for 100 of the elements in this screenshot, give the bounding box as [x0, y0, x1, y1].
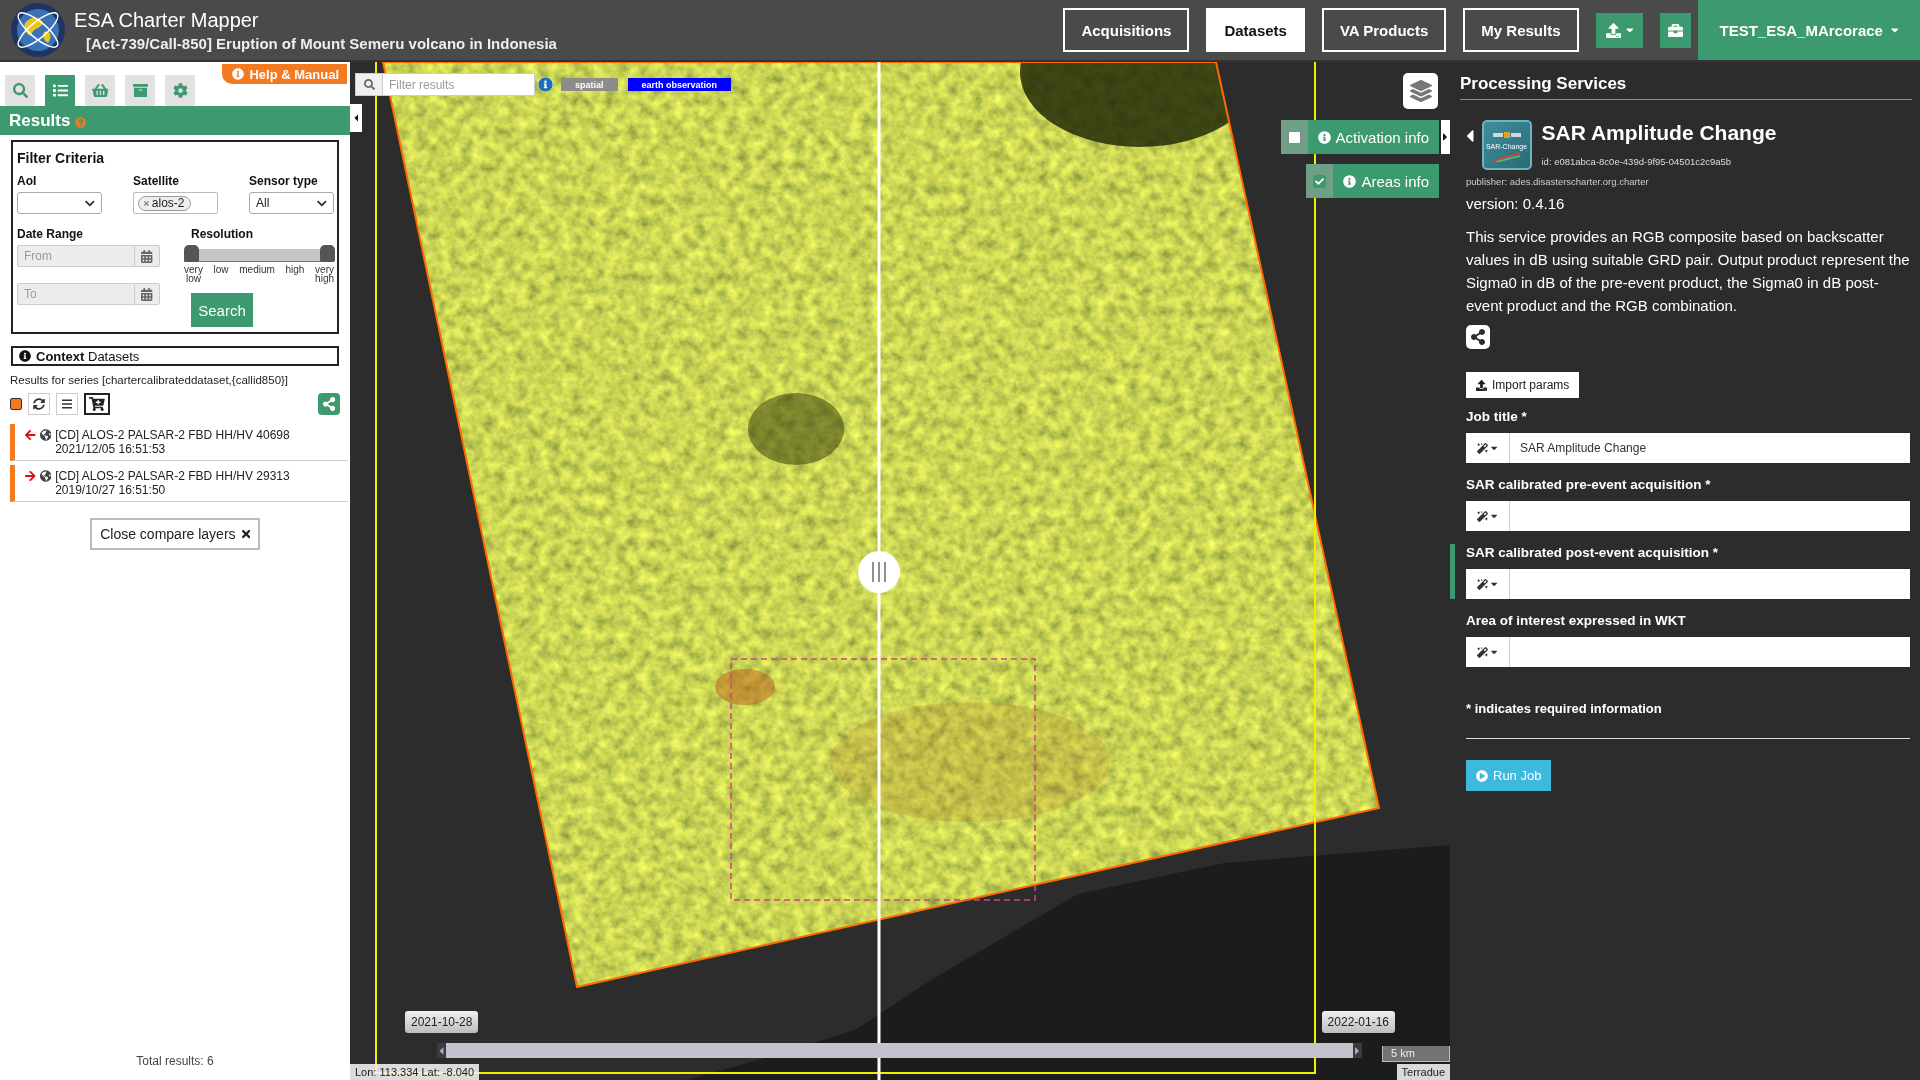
- select-checkbox[interactable]: [10, 398, 22, 410]
- user-menu[interactable]: TEST_ESA_MArcorace: [1698, 0, 1920, 60]
- magic-wand-icon: [1477, 578, 1489, 590]
- collapse-tab[interactable]: [350, 104, 362, 132]
- filter-field[interactable]: Filter results: [383, 73, 535, 96]
- tick-label: low: [213, 265, 229, 277]
- field-label: Sensor type: [249, 174, 319, 188]
- tool-tab[interactable]: [5, 75, 35, 106]
- archive-icon: [132, 83, 148, 98]
- calendar-button[interactable]: [134, 245, 160, 267]
- text-field[interactable]: SAR Amplitude Change: [1510, 433, 1910, 463]
- briefcase-icon: [1668, 22, 1683, 38]
- range-handle[interactable]: [437, 1043, 446, 1058]
- upload-icon: [1605, 22, 1621, 38]
- refresh-button[interactable]: [28, 393, 50, 415]
- info-button[interactable]: Areas info: [1333, 164, 1439, 198]
- layers-icon: [1409, 80, 1432, 102]
- info-icon: [1343, 174, 1357, 188]
- layers-button[interactable]: [1403, 73, 1438, 109]
- compare-handle[interactable]: [858, 551, 900, 593]
- input-options-button[interactable]: [1466, 433, 1510, 463]
- refresh-icon: [33, 398, 45, 410]
- info-icon: [19, 350, 31, 362]
- calendar-button[interactable]: [134, 283, 160, 305]
- app-title: ESA Charter Mapper: [74, 7, 260, 32]
- upload-button[interactable]: [1595, 12, 1643, 48]
- date-to-field[interactable]: To: [17, 283, 134, 305]
- input-options-button[interactable]: [1466, 637, 1510, 667]
- share-button[interactable]: [1466, 325, 1490, 349]
- info-icon: [1317, 130, 1331, 144]
- settings-icon: [172, 83, 188, 98]
- nav-tab[interactable]: Datasets: [1206, 8, 1305, 52]
- timeline-slider[interactable]: [437, 1043, 1362, 1058]
- filter-tag[interactable]: earth observation: [627, 78, 732, 91]
- service-description: This service provides an RGB composite based on backscatter values in dB using suitable GRD pair. Output product represent the Sigma0 in dB of the pre-event product, the Sigma0 in dB post-event product and the RGB combination.: [1466, 227, 1910, 316]
- toggle-checkbox[interactable]: [1287, 130, 1301, 144]
- nav-tab[interactable]: VA Products: [1321, 8, 1447, 52]
- text-field[interactable]: [1510, 637, 1910, 667]
- nav-tab[interactable]: My Results: [1463, 8, 1579, 52]
- search-button[interactable]: Search: [191, 293, 253, 327]
- panel-heading: Processing Services: [1460, 62, 1912, 100]
- end-date-label: 2022-01-16: [1321, 1011, 1395, 1033]
- share-icon: [1471, 329, 1485, 345]
- caret-left-icon: [353, 112, 359, 124]
- section-title: Context Datasets: [36, 348, 140, 364]
- sensor-type-select[interactable]: All: [249, 192, 334, 214]
- close-icon: [144, 199, 149, 207]
- text-field[interactable]: [1510, 501, 1910, 531]
- tick-label: very low: [184, 265, 203, 283]
- resolution-slider[interactable]: [184, 245, 334, 262]
- input-options-button[interactable]: [1466, 569, 1510, 599]
- start-date-label: 2021-10-28: [405, 1011, 479, 1033]
- nav-tab[interactable]: Acquisitions: [1063, 8, 1190, 52]
- field-label: Satellite: [133, 174, 181, 188]
- range-handle[interactable]: [1353, 1043, 1362, 1058]
- service-id: id: e081abca-8c0e-439d-9f95-04501c2c9a5b: [1541, 156, 1733, 167]
- text-field[interactable]: [1510, 569, 1910, 599]
- required-note: * indicates required information: [1466, 701, 1663, 716]
- cart-plus-icon: [89, 397, 105, 411]
- info-button[interactable]: Activation info: [1307, 120, 1439, 154]
- input-options-button[interactable]: [1466, 501, 1510, 531]
- tick-label: very high: [315, 265, 334, 283]
- service-title: SAR Amplitude Change: [1541, 120, 1777, 146]
- list-icon: [52, 83, 68, 98]
- import-params-button[interactable]: Import params: [1466, 372, 1580, 398]
- tool-tab[interactable]: [85, 75, 115, 106]
- briefcase-button[interactable]: [1660, 12, 1691, 48]
- cursor-coordinates: Lon: 113.334 Lat: -8.040: [350, 1064, 480, 1080]
- total-results: Total results: 6: [136, 1054, 214, 1068]
- tool-tab[interactable]: [165, 75, 195, 106]
- activation-title: [Act-739/Call-850] Eruption of Mount Semeru volcano in Indonesia: [86, 34, 557, 53]
- search-icon: [363, 79, 375, 90]
- list-button[interactable]: [56, 393, 78, 415]
- arrow-right-icon: [25, 470, 36, 482]
- close-icon: [241, 528, 250, 540]
- close-compare-button[interactable]: Close compare layers: [90, 518, 260, 550]
- magic-wand-icon: [1477, 442, 1489, 454]
- field-label: SAR calibrated pre-event acquisition *: [1466, 476, 1712, 493]
- tick-label: medium: [239, 265, 275, 277]
- tool-tab[interactable]: [45, 75, 75, 106]
- basket-icon: [91, 83, 109, 98]
- satellite-field[interactable]: alos-2: [133, 192, 218, 214]
- globe-logo-icon: [10, 2, 66, 58]
- magic-wand-icon: [1477, 646, 1489, 658]
- add-to-cart-button[interactable]: [84, 393, 110, 415]
- date-from-field[interactable]: From: [17, 245, 134, 267]
- globe-icon: [39, 429, 52, 441]
- slider-handle[interactable]: [320, 245, 335, 262]
- toggle-checkbox[interactable]: [1313, 174, 1327, 188]
- dataset-name: [CD] ALOS-2 PALSAR-2 FBD HH/HV 40698 2021/12/05 16:51:53: [55, 428, 291, 456]
- field-label: AoI: [17, 174, 38, 188]
- slider-handle[interactable]: [184, 245, 199, 262]
- scale-bar: 5 km: [1382, 1046, 1450, 1062]
- tool-tab[interactable]: [125, 75, 155, 106]
- expand-tab[interactable]: [1441, 120, 1450, 154]
- magic-wand-icon: [1477, 510, 1489, 522]
- share-icon: [322, 397, 336, 411]
- map-attribution: Terradue: [1396, 1064, 1450, 1080]
- satellite-tag[interactable]: alos-2: [138, 195, 191, 211]
- upload-icon: [1476, 379, 1487, 391]
